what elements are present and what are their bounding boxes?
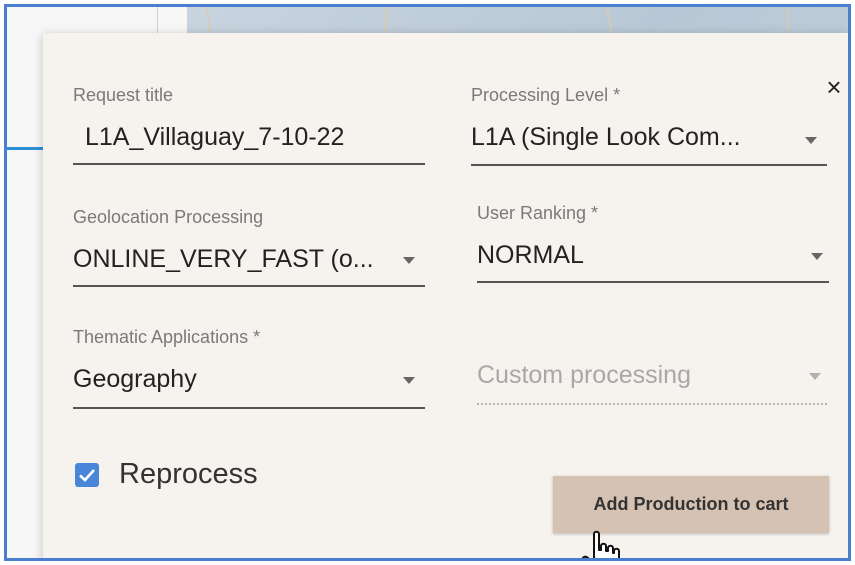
screenshot-frame: × Request title L1A_Villaguay_7-10-22 Pr… xyxy=(4,4,851,561)
user-ranking-value: NORMAL xyxy=(477,241,584,269)
processing-level-value: L1A (Single Look Com... xyxy=(471,123,741,151)
check-icon xyxy=(79,469,95,482)
request-title-value: L1A_Villaguay_7-10-22 xyxy=(85,123,345,151)
geolocation-processing-label: Geolocation Processing xyxy=(73,207,264,227)
geolocation-processing-dropdown-icon[interactable] xyxy=(403,257,415,264)
user-ranking-dropdown-icon[interactable] xyxy=(811,253,823,260)
processing-level-dropdown-icon[interactable] xyxy=(805,137,817,144)
thematic-applications-select[interactable]: Thematic Applications * Geography xyxy=(73,327,425,409)
thematic-applications-label: Thematic Applications * xyxy=(73,327,261,347)
user-ranking-label: User Ranking * xyxy=(477,203,599,223)
thematic-applications-dropdown-icon[interactable] xyxy=(403,377,415,384)
reprocess-label[interactable]: Reprocess xyxy=(119,458,258,491)
geolocation-processing-value: ONLINE_VERY_FAST (o... xyxy=(73,245,374,273)
thematic-applications-underline xyxy=(73,407,425,409)
request-title-underline xyxy=(73,163,425,165)
reprocess-checkbox[interactable] xyxy=(75,463,99,487)
user-ranking-underline xyxy=(477,281,829,283)
user-ranking-select[interactable]: User Ranking * NORMAL xyxy=(477,203,829,283)
thematic-applications-value: Geography xyxy=(73,365,197,393)
processing-level-underline xyxy=(471,164,827,166)
processing-level-label: Processing Level * xyxy=(471,85,621,105)
geolocation-processing-underline xyxy=(73,285,425,287)
request-title-label: Request title xyxy=(73,85,174,105)
custom-processing-placeholder: Custom processing xyxy=(477,361,691,389)
add-production-to-cart-button[interactable]: Add Production to cart xyxy=(553,476,829,533)
geolocation-processing-select[interactable]: Geolocation Processing ONLINE_VERY_FAST … xyxy=(73,207,425,287)
custom-processing-dropdown-icon[interactable] xyxy=(809,373,821,380)
processing-level-select[interactable]: Processing Level * L1A (Single Look Com.… xyxy=(471,85,827,166)
custom-processing-underline xyxy=(477,403,827,405)
hand-cursor-icon xyxy=(581,530,620,558)
production-request-dialog: × Request title L1A_Villaguay_7-10-22 Pr… xyxy=(43,33,848,558)
request-title-field[interactable]: Request title L1A_Villaguay_7-10-22 xyxy=(73,85,425,165)
custom-processing-select[interactable]: Custom processing xyxy=(477,357,827,405)
